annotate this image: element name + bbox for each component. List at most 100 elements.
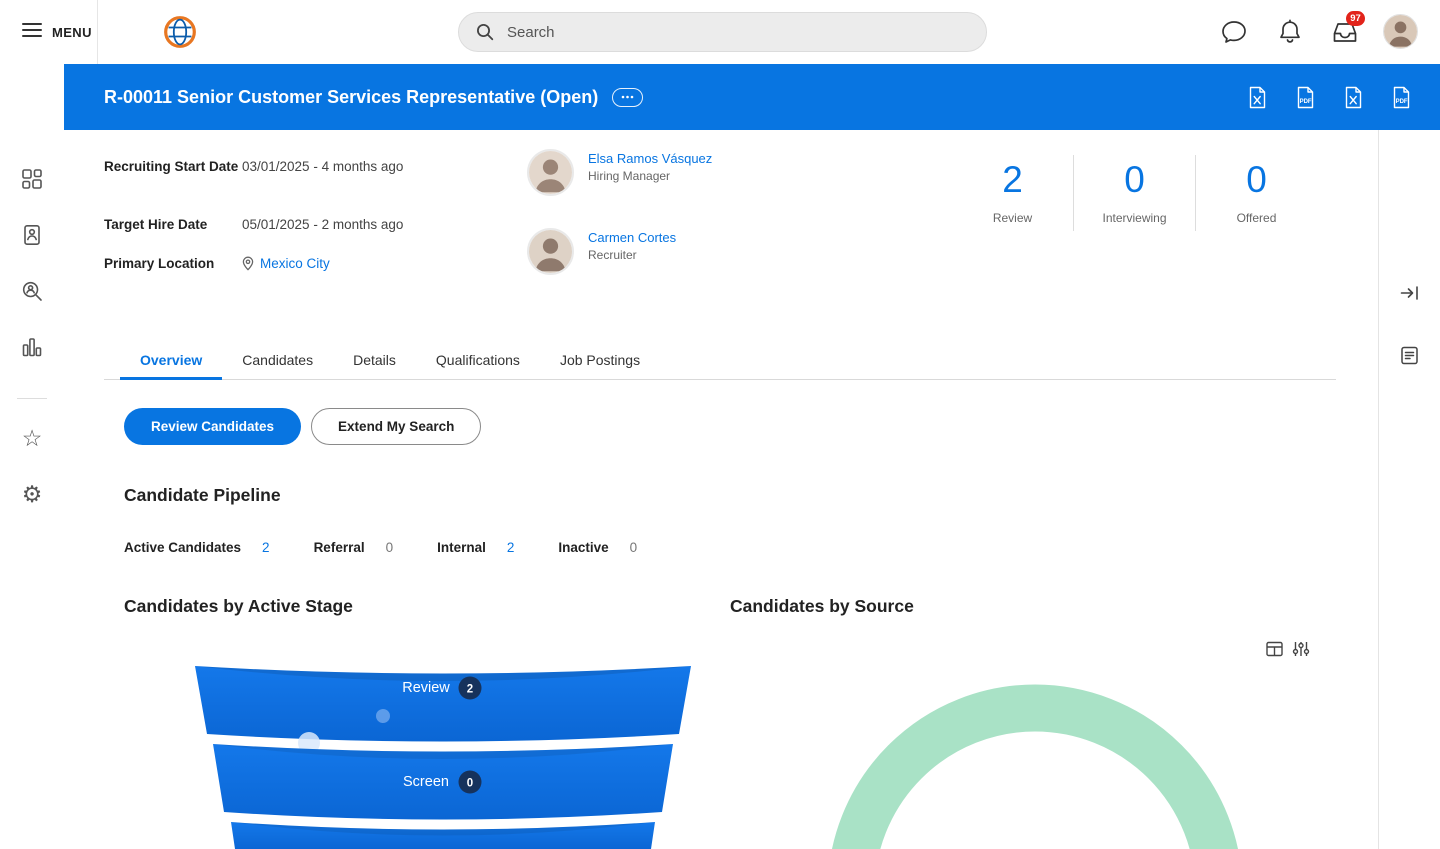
count-inactive: Inactive 0 <box>558 540 637 555</box>
global-search <box>458 12 987 52</box>
search-person-icon <box>21 280 43 307</box>
export-excel-icon[interactable] <box>1247 86 1268 109</box>
notifications-bell-button[interactable] <box>1275 18 1305 46</box>
menu-label: MENU <box>52 24 92 40</box>
topbar-divider <box>97 0 98 64</box>
inbox-count-badge: 97 <box>1346 11 1365 26</box>
sidebar-divider <box>17 398 47 399</box>
menu-button[interactable]: MENU <box>22 14 92 50</box>
job-title: R-00011 Senior Customer Services Represe… <box>104 86 599 107</box>
source-chart-title: Candidates by Source <box>730 596 914 616</box>
count-active-candidates: Active Candidates 2 <box>124 540 270 555</box>
field-primary-location: Primary Location Mexico City <box>104 255 330 275</box>
count-value: 0 <box>629 540 638 555</box>
hiring-manager-role: Hiring Manager <box>588 169 671 183</box>
notes-icon[interactable] <box>1379 344 1440 366</box>
profile-avatar[interactable] <box>1383 14 1418 49</box>
recruiter-name-link[interactable]: Carmen Cortes <box>588 230 676 245</box>
funnel-stage-screen-label: Screen <box>403 774 449 790</box>
stat-offered: 0 Offered <box>1196 161 1317 225</box>
funnel-chart[interactable]: Review 2 Screen 0 <box>173 650 713 849</box>
field-target-hire-date: Target Hire Date 05/01/2025 - 2 months a… <box>104 216 403 234</box>
workday-recruiting-page: MENU 97 <box>0 0 1440 849</box>
tab-overview[interactable]: Overview <box>120 340 223 380</box>
candidates-by-source-donut <box>730 630 1330 849</box>
tab-candidates[interactable]: Candidates <box>222 340 333 380</box>
count-value-link[interactable]: 2 <box>507 540 515 555</box>
requisition-document-icon <box>21 224 43 251</box>
sidebar-item-settings[interactable]: ⚙ <box>0 481 64 507</box>
recruiter-card: Carmen Cortes Recruiter <box>527 228 676 275</box>
star-icon: ☆ <box>21 424 43 451</box>
count-value: 0 <box>385 540 394 555</box>
donut-ring-segment[interactable] <box>832 684 1238 849</box>
funnel-stage-review-label: Review <box>402 680 450 696</box>
search-icon <box>476 23 494 41</box>
job-header-bar: R-00011 Senior Customer Services Represe… <box>64 64 1440 130</box>
count-label: Active Candidates <box>124 540 242 555</box>
field-label: Recruiting Start Date <box>104 159 239 174</box>
candidate-pipeline-title: Candidate Pipeline <box>124 485 281 505</box>
job-tabs: Overview Candidates Details Qualificatio… <box>104 340 1336 380</box>
left-nav-sidebar: ☆ ⚙ <box>0 64 64 849</box>
search-input[interactable] <box>494 13 986 51</box>
sidebar-item-favorites[interactable]: ☆ <box>0 425 64 451</box>
location-pin-icon <box>242 256 254 276</box>
gear-icon: ⚙ <box>21 480 43 507</box>
stat-review-count[interactable]: 2 <box>952 161 1073 198</box>
export-pdf-icon[interactable]: PDF <box>1295 86 1316 109</box>
funnel-bubble-small <box>376 709 390 723</box>
sidebar-item-requisitions[interactable] <box>0 224 64 250</box>
extend-my-search-button[interactable]: Extend My Search <box>311 408 482 445</box>
bar-chart-icon <box>21 336 43 363</box>
stat-offered-count[interactable]: 0 <box>1196 161 1317 198</box>
topbar: MENU 97 <box>0 0 1440 64</box>
hamburger-icon <box>22 22 42 43</box>
field-recruiting-start-date: Recruiting Start Date 03/01/2025 - 4 mon… <box>104 158 403 176</box>
tab-job-postings[interactable]: Job Postings <box>540 340 660 380</box>
workday-globe-logo[interactable] <box>163 15 197 49</box>
tab-details[interactable]: Details <box>333 340 416 380</box>
stat-offered-label: Offered <box>1236 211 1277 225</box>
field-value: 03/01/2025 - 4 months ago <box>242 159 404 174</box>
svg-text:PDF: PDF <box>1300 99 1312 105</box>
count-label: Internal <box>437 540 486 555</box>
field-value: 05/01/2025 - 2 months ago <box>242 217 404 232</box>
count-label: Referral <box>313 540 365 555</box>
stat-interviewing: 0 Interviewing <box>1074 161 1195 225</box>
stat-interviewing-count[interactable]: 0 <box>1074 161 1195 198</box>
sidebar-item-candidate-search[interactable] <box>0 280 64 306</box>
action-buttons: Review Candidates Extend My Search <box>124 408 482 445</box>
collapse-panel-icon[interactable] <box>1379 282 1440 304</box>
field-label: Target Hire Date <box>104 217 208 232</box>
count-referral: Referral 0 <box>314 540 394 555</box>
export-pdf-icon-2[interactable]: PDF <box>1391 86 1412 109</box>
tab-qualifications[interactable]: Qualifications <box>416 340 540 380</box>
primary-location-link[interactable]: Mexico City <box>260 255 330 273</box>
export-excel-icon-2[interactable] <box>1343 86 1364 109</box>
donut-chart[interactable] <box>730 630 1330 849</box>
hiring-manager-name-link[interactable]: Elsa Ramos Vásquez <box>588 151 712 166</box>
right-utility-panel <box>1378 130 1440 849</box>
chat-button[interactable] <box>1219 18 1249 46</box>
funnel-stage-screen-count: 0 <box>467 778 473 790</box>
count-value-link[interactable]: 2 <box>262 540 270 555</box>
sidebar-item-reports[interactable] <box>0 336 64 362</box>
recruiter-role: Recruiter <box>588 248 637 262</box>
stat-interviewing-label: Interviewing <box>1102 211 1167 225</box>
pipeline-counts: Active Candidates 2 Referral 0 Internal … <box>124 540 637 555</box>
svg-text:PDF: PDF <box>1396 99 1408 105</box>
field-label: Primary Location <box>104 256 215 271</box>
count-internal: Internal 2 <box>437 540 514 555</box>
review-candidates-button[interactable]: Review Candidates <box>124 408 302 445</box>
stat-review: 2 Review <box>952 161 1073 225</box>
funnel-stage-review-count: 2 <box>467 684 473 696</box>
count-label: Inactive <box>558 540 609 555</box>
candidates-by-stage-funnel: Review 2 Screen 0 <box>173 650 713 849</box>
hiring-manager-avatar <box>527 149 574 196</box>
hiring-manager-card: Elsa Ramos Vásquez Hiring Manager <box>527 149 712 196</box>
more-options-button[interactable] <box>612 87 644 107</box>
sidebar-item-dashboard[interactable] <box>0 168 64 194</box>
stage-stats: 2 Review 0 Interviewing 0 Offered <box>952 155 1317 231</box>
dashboard-grid-icon <box>21 168 43 195</box>
